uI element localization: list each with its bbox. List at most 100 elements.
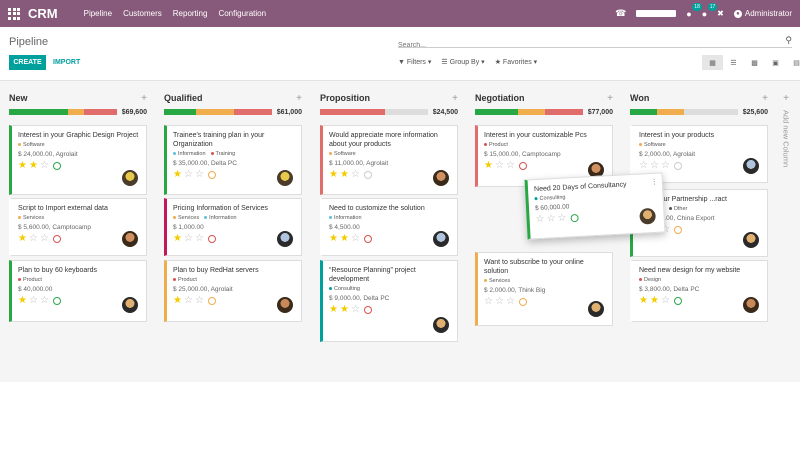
- star-icon[interactable]: ☆: [650, 161, 659, 171]
- progress-segment-orange[interactable]: [518, 109, 545, 115]
- lead-card[interactable]: Script to Import external data Services $ …: [9, 198, 147, 256]
- lead-card[interactable]: Plan to buy 60 keyboards Product $ 40,000.…: [9, 260, 147, 322]
- star-icon[interactable]: ☆: [661, 296, 670, 306]
- star-icon[interactable]: ★: [29, 161, 38, 171]
- star-icon[interactable]: ☆: [351, 234, 360, 244]
- filters-dropdown[interactable]: ▼ Filters ▾: [398, 58, 431, 66]
- nav-customers[interactable]: Customers: [123, 9, 162, 18]
- activity-status-icon[interactable]: [52, 162, 61, 170]
- activity-status-icon[interactable]: [518, 162, 527, 170]
- progress-segment-orange[interactable]: [68, 109, 85, 115]
- lead-card[interactable]: Need 20 Days of Consultancy Consulting $ 6…: [524, 172, 666, 240]
- avatar[interactable]: [743, 232, 759, 248]
- app-brand[interactable]: CRM: [28, 6, 58, 21]
- kanban-view-icon[interactable]: ▦: [702, 55, 723, 70]
- progress-segment-green[interactable]: [9, 109, 69, 115]
- star-icon[interactable]: ★: [18, 234, 27, 244]
- star-icon[interactable]: ☆: [195, 234, 204, 244]
- star-icon[interactable]: ☆: [40, 296, 49, 306]
- star-icon[interactable]: ★: [18, 161, 27, 171]
- progress-segment-grey[interactable]: [384, 109, 428, 115]
- star-icon[interactable]: ★: [173, 296, 182, 306]
- avatar[interactable]: [433, 231, 449, 247]
- search-input[interactable]: [398, 40, 768, 49]
- activity-status-icon[interactable]: [363, 171, 372, 179]
- avatar[interactable]: [277, 170, 293, 186]
- lead-card[interactable]: Need new design for my website Design $ 3,…: [630, 260, 768, 322]
- lead-card[interactable]: Pricing Information of Services Services I…: [164, 198, 302, 256]
- lead-card[interactable]: Need to customize the solution Informatio…: [320, 198, 458, 256]
- list-view-icon[interactable]: ☰: [723, 55, 744, 70]
- activity-status-icon[interactable]: [673, 297, 682, 305]
- column-add-icon[interactable]: +: [296, 93, 302, 104]
- debug-icon[interactable]: ✖: [717, 9, 724, 18]
- star-icon[interactable]: ☆: [506, 161, 515, 171]
- lead-card[interactable]: Trainee's training plan in your Organiza…: [164, 125, 302, 195]
- avatar[interactable]: [743, 158, 759, 174]
- search-icon[interactable]: ⚲: [785, 35, 792, 46]
- star-icon[interactable]: ☆: [195, 170, 204, 180]
- quick-search-field[interactable]: [636, 10, 677, 17]
- avatar[interactable]: [433, 170, 449, 186]
- card-menu-icon[interactable]: ⋮: [651, 178, 658, 186]
- star-icon[interactable]: ★: [340, 305, 349, 315]
- activity-status-icon[interactable]: [207, 297, 216, 305]
- column-title[interactable]: Proposition: [320, 93, 370, 103]
- star-icon[interactable]: ☆: [184, 234, 193, 244]
- page-title[interactable]: Pipeline: [9, 36, 48, 48]
- column-add-icon[interactable]: +: [607, 93, 613, 104]
- star-icon[interactable]: ☆: [506, 297, 515, 307]
- column-title[interactable]: Won: [630, 93, 649, 103]
- activity-status-icon[interactable]: [207, 235, 216, 243]
- progress-segment-red[interactable]: [544, 109, 583, 115]
- column-add-icon[interactable]: +: [141, 93, 147, 104]
- favorites-dropdown[interactable]: ★ Favorites ▾: [495, 58, 538, 66]
- progress-segment-orange[interactable]: [656, 109, 684, 115]
- star-icon[interactable]: ★: [650, 296, 659, 306]
- star-icon[interactable]: ☆: [661, 161, 670, 171]
- lead-card[interactable]: Would appreciate more information about …: [320, 125, 458, 195]
- avatar[interactable]: [122, 231, 138, 247]
- progress-bar[interactable]: [164, 109, 272, 115]
- avatar[interactable]: [433, 317, 449, 333]
- progress-bar[interactable]: [320, 109, 428, 115]
- progress-segment-grey[interactable]: [683, 109, 738, 115]
- lead-card[interactable]: Want to subscribe to your online solutio…: [475, 252, 613, 326]
- nav-pipeline[interactable]: Pipeline: [84, 9, 112, 18]
- progress-bar[interactable]: [630, 109, 738, 115]
- star-icon[interactable]: ☆: [184, 296, 193, 306]
- star-icon[interactable]: ☆: [351, 305, 360, 315]
- apps-menu-icon[interactable]: [0, 0, 28, 27]
- avatar[interactable]: [122, 170, 138, 186]
- activity-status-icon[interactable]: [363, 306, 372, 314]
- star-icon[interactable]: ★: [340, 170, 349, 180]
- avatar[interactable]: [122, 297, 138, 313]
- lead-card[interactable]: Interest in your Graphic Design Project S…: [9, 125, 147, 195]
- avatar[interactable]: [588, 301, 604, 317]
- activity-status-icon[interactable]: [52, 297, 61, 305]
- progress-segment-orange[interactable]: [196, 109, 234, 115]
- star-icon[interactable]: ★: [329, 170, 338, 180]
- import-button[interactable]: IMPORT: [53, 55, 80, 70]
- star-icon[interactable]: ☆: [639, 161, 648, 171]
- graph-view-icon[interactable]: ▩: [744, 55, 765, 70]
- progress-bar[interactable]: [9, 109, 117, 115]
- nav-reporting[interactable]: Reporting: [173, 9, 208, 18]
- activity-status-icon[interactable]: [518, 298, 527, 306]
- pivot-view-icon[interactable]: ▤: [786, 55, 800, 70]
- star-icon[interactable]: ★: [340, 234, 349, 244]
- star-icon[interactable]: ★: [484, 161, 493, 171]
- star-icon[interactable]: ☆: [40, 234, 49, 244]
- star-icon[interactable]: ★: [173, 170, 182, 180]
- nav-configuration[interactable]: Configuration: [218, 9, 266, 18]
- groupby-dropdown[interactable]: ☰ Group By ▾: [441, 58, 484, 66]
- star-icon[interactable]: ☆: [195, 296, 204, 306]
- chat-icon[interactable]: ● 18: [686, 2, 702, 19]
- activity-status-icon[interactable]: [207, 171, 216, 179]
- star-icon[interactable]: ☆: [29, 234, 38, 244]
- star-icon[interactable]: ☆: [351, 170, 360, 180]
- star-icon[interactable]: ★: [173, 234, 182, 244]
- star-icon[interactable]: ☆: [535, 214, 545, 225]
- progress-segment-green[interactable]: [630, 109, 657, 115]
- add-column[interactable]: + Add new Column: [778, 93, 794, 172]
